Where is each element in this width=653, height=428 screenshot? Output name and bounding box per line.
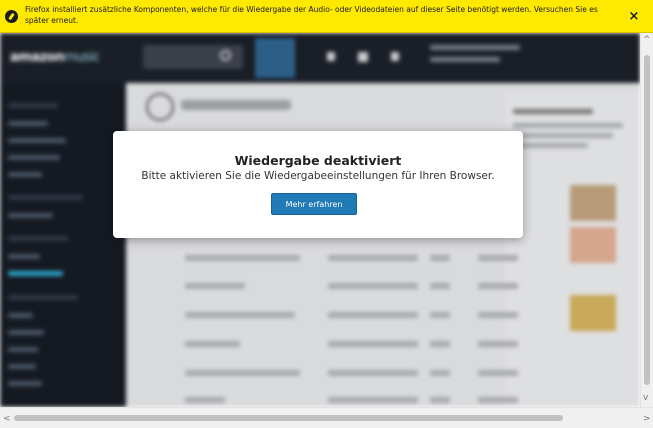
album-thumbnail[interactable] — [570, 185, 616, 221]
vertical-scrollbar[interactable]: ^ v — [640, 33, 653, 407]
vertical-scroll-thumb[interactable] — [644, 55, 650, 385]
sidebar — [0, 83, 126, 407]
track-row[interactable] — [160, 255, 518, 261]
scroll-left-icon[interactable]: < — [3, 414, 11, 424]
firefox-puzzle-icon — [5, 10, 18, 23]
album-thumbnail[interactable] — [570, 295, 616, 331]
playback-disabled-dialog: Wiedergabe deaktiviert Bitte aktivieren … — [113, 131, 523, 238]
scroll-right-icon[interactable]: > — [643, 414, 651, 424]
track-row[interactable] — [160, 283, 518, 289]
play-all-icon[interactable] — [146, 93, 174, 121]
horizontal-scrollbar[interactable]: < > — [0, 407, 653, 428]
page-title — [181, 100, 291, 110]
next-icon[interactable] — [391, 52, 399, 61]
play-icon[interactable] — [358, 52, 368, 62]
browser-viewport: Firefox installiert zusätzliche Komponen… — [0, 0, 653, 428]
dialog-message: Bitte aktivieren Sie die Wiedergabeeinst… — [141, 170, 495, 182]
scroll-up-icon[interactable]: ^ — [643, 35, 651, 45]
prev-icon[interactable] — [327, 52, 335, 61]
app-logo: amazonmusic — [10, 50, 100, 65]
album-thumbnail[interactable] — [570, 227, 616, 263]
close-icon[interactable]: × — [628, 10, 640, 24]
track-row[interactable] — [160, 370, 518, 376]
now-playing-info — [430, 45, 580, 69]
search-input[interactable] — [143, 45, 243, 69]
search-icon — [220, 50, 231, 61]
scroll-down-icon[interactable]: v — [643, 393, 648, 403]
app-header: amazonmusic — [0, 33, 640, 83]
track-row[interactable] — [160, 397, 518, 403]
track-row[interactable] — [160, 312, 518, 318]
notification-message: Firefox installiert zusätzliche Komponen… — [25, 5, 598, 25]
learn-more-button[interactable]: Mehr erfahren — [271, 193, 357, 215]
track-row[interactable] — [160, 341, 518, 347]
plugin-notification-bar: Firefox installiert zusätzliche Komponen… — [0, 0, 653, 33]
horizontal-scroll-thumb[interactable] — [14, 415, 563, 421]
dialog-title: Wiedergabe deaktiviert — [234, 153, 402, 168]
now-playing-cover — [255, 38, 295, 78]
